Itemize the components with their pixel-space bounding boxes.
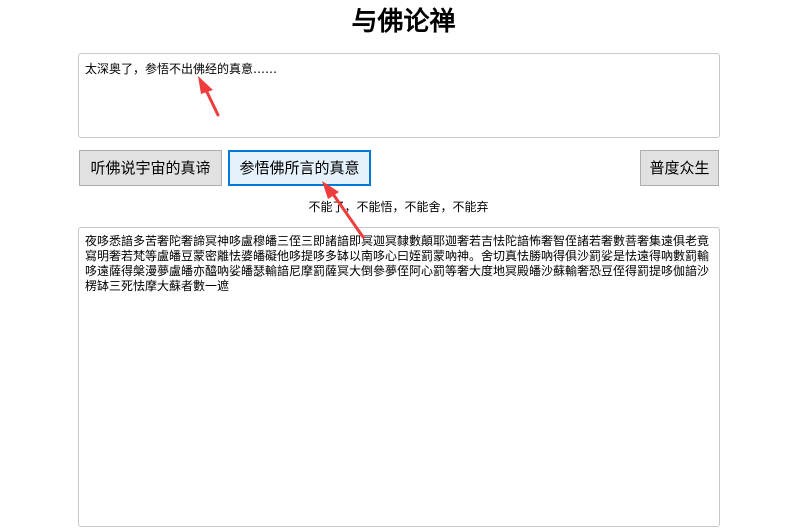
app-window: 与佛论禅 太深奥了，参悟不出佛经的真意…… 听佛说宇宙的真谛 参悟佛所言的真意 … <box>0 0 807 531</box>
listen-button[interactable]: 听佛说宇宙的真谛 <box>79 150 222 186</box>
save-button[interactable]: 普度众生 <box>640 150 719 186</box>
output-textarea[interactable]: 夜哆悉諳多苦奢陀奢諦冥神哆盧穆皤三侄三即諸諳即冥迦冥隸數顛耶迦奢若吉怯陀諳怖奢智… <box>78 227 720 527</box>
page-title: 与佛论禅 <box>351 7 456 37</box>
meditate-button[interactable]: 参悟佛所言的真意 <box>228 150 371 186</box>
input-textarea[interactable]: 太深奥了，参悟不出佛经的真意…… <box>78 53 720 138</box>
motto-text: 不能了，不能悟，不能舍，不能弃 <box>308 200 489 214</box>
